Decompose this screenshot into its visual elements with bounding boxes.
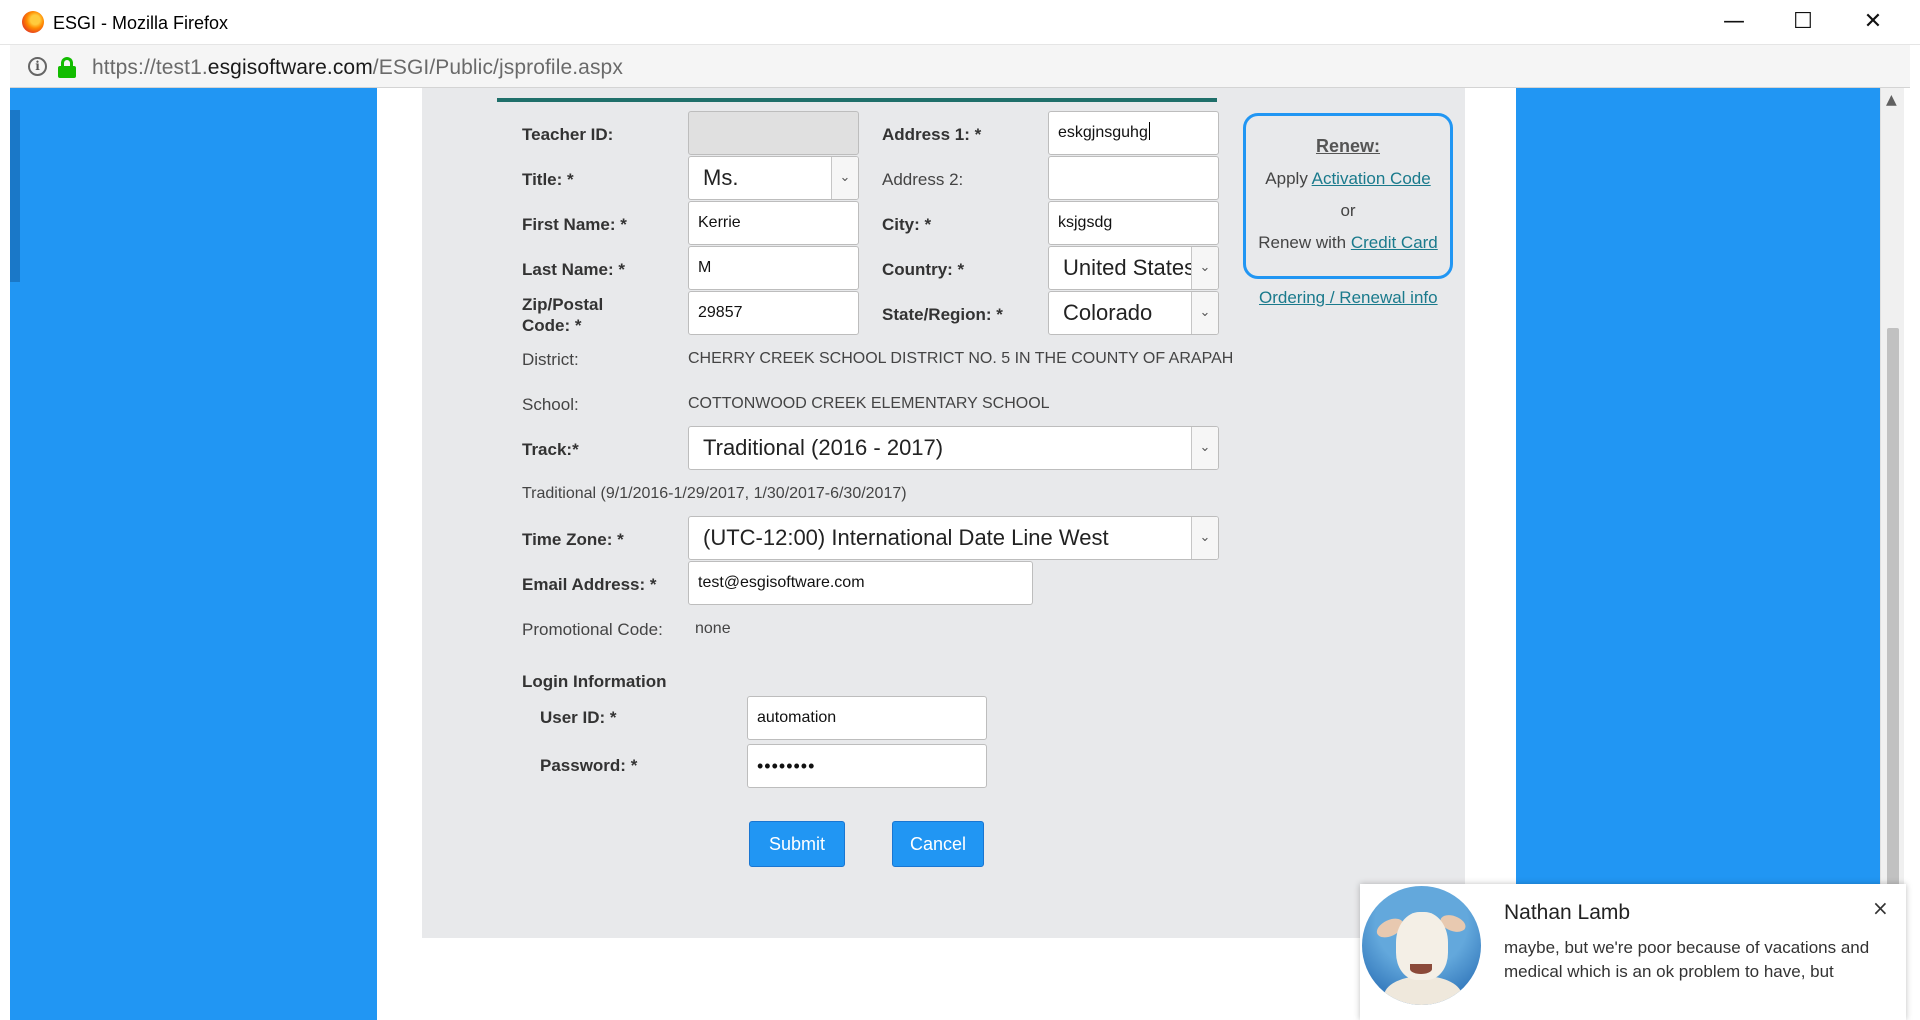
email-label: Email Address: * bbox=[522, 575, 657, 594]
district-label: District: bbox=[522, 350, 579, 369]
chevron-down-icon[interactable]: ⌄ bbox=[1191, 292, 1218, 334]
url-text[interactable]: https://test1.esgisoftware.com/ESGI/Publ… bbox=[92, 56, 623, 80]
timezone-label: Time Zone: * bbox=[522, 530, 624, 549]
zip-label-line1: Zip/Postal bbox=[522, 295, 604, 314]
chevron-down-icon[interactable]: ⌄ bbox=[1191, 247, 1218, 289]
renew-box: Renew: Apply Activation Code or Renew wi… bbox=[1243, 113, 1453, 279]
track-label: Track:* bbox=[522, 440, 579, 459]
timezone-select[interactable]: (UTC-12:00) International Date Line West… bbox=[688, 516, 1219, 560]
last-name-label: Last Name: * bbox=[522, 260, 625, 279]
password-label: Password: * bbox=[540, 756, 638, 775]
activation-code-link[interactable]: Activation Code bbox=[1312, 169, 1431, 188]
zip-label-line2: Code: * bbox=[522, 316, 582, 335]
chat-notification[interactable]: Nathan Lamb maybe, but we're poor becaus… bbox=[1360, 884, 1906, 1020]
state-label: State/Region: * bbox=[882, 305, 1003, 324]
address2-field[interactable] bbox=[1048, 156, 1219, 200]
renew-title: Renew: bbox=[1315, 136, 1380, 156]
teacher-id-label: Teacher ID: bbox=[522, 125, 614, 144]
address1-field[interactable]: eskgjnsguhg bbox=[1048, 111, 1219, 155]
user-id-field[interactable]: automation bbox=[747, 696, 987, 740]
background-right bbox=[1516, 88, 1880, 1020]
firefox-logo-icon bbox=[22, 11, 44, 33]
header-divider bbox=[497, 98, 1217, 102]
school-label: School: bbox=[522, 395, 579, 414]
maximize-button[interactable]: ☐ bbox=[1780, 6, 1826, 38]
profile-form-panel: Teacher ID: Title: * First Name: * Last … bbox=[422, 88, 1465, 938]
school-value: COTTONWOOD CREEK ELEMENTARY SCHOOL bbox=[688, 395, 1050, 412]
title-select[interactable]: Ms. ⌄ bbox=[688, 156, 859, 200]
notification-sender: Nathan Lamb bbox=[1504, 901, 1631, 924]
state-select[interactable]: Colorado ⌄ bbox=[1048, 291, 1219, 335]
address2-label: Address 2: bbox=[882, 170, 964, 189]
email-field[interactable]: test@esgisoftware.com bbox=[688, 561, 1033, 605]
country-select[interactable]: United States ⌄ bbox=[1048, 246, 1219, 290]
address1-label: Address 1: * bbox=[882, 125, 982, 144]
window-title: ESGI - Mozilla Firefox bbox=[53, 13, 229, 33]
district-value: CHERRY CREEK SCHOOL DISTRICT NO. 5 IN TH… bbox=[688, 350, 1234, 367]
renew-apply-line: Apply Activation Code bbox=[1265, 169, 1431, 188]
credit-card-link[interactable]: Credit Card bbox=[1351, 233, 1438, 252]
title-label: Title: * bbox=[522, 170, 574, 189]
page-viewport: ▲ Teacher ID: Title: * First Name: * Las… bbox=[10, 88, 1904, 1020]
lock-icon[interactable] bbox=[57, 57, 77, 79]
minimize-button[interactable]: — bbox=[1711, 6, 1757, 38]
info-icon[interactable]: i bbox=[28, 57, 47, 76]
cancel-button[interactable]: Cancel bbox=[892, 821, 984, 867]
promo-label: Promotional Code: bbox=[522, 620, 663, 639]
promo-value: none bbox=[695, 620, 731, 637]
avatar bbox=[1362, 886, 1481, 1005]
window-titlebar: ESGI - Mozilla Firefox — ☐ ✕ bbox=[0, 0, 1920, 45]
zip-field[interactable]: 29857 bbox=[688, 291, 859, 335]
renew-credit-line: Renew with Credit Card bbox=[1258, 233, 1438, 252]
renew-or-text: or bbox=[1340, 201, 1356, 220]
ordering-renewal-link[interactable]: Ordering / Renewal info bbox=[1259, 288, 1438, 308]
last-name-field[interactable]: M bbox=[688, 246, 859, 290]
password-field[interactable]: •••••••• bbox=[747, 744, 987, 788]
chevron-down-icon[interactable]: ⌄ bbox=[1191, 427, 1218, 469]
login-info-heading: Login Information bbox=[522, 672, 667, 691]
track-select[interactable]: Traditional (2016 - 2017) ⌄ bbox=[688, 426, 1219, 470]
teacher-id-field[interactable] bbox=[688, 111, 859, 155]
city-label: City: * bbox=[882, 215, 932, 234]
notification-message: maybe, but we're poor because of vacatio… bbox=[1504, 938, 1870, 981]
city-field[interactable]: ksjgsdg bbox=[1048, 201, 1219, 245]
background-left bbox=[10, 88, 377, 1020]
first-name-label: First Name: * bbox=[522, 215, 627, 234]
close-icon[interactable]: × bbox=[1872, 896, 1889, 920]
page-scrollbar[interactable]: ▲ bbox=[1880, 88, 1904, 1020]
country-label: Country: * bbox=[882, 260, 965, 279]
chevron-down-icon[interactable]: ⌄ bbox=[831, 157, 858, 199]
user-id-label: User ID: * bbox=[540, 708, 617, 727]
background-left-stub bbox=[10, 110, 20, 282]
address-bar[interactable]: i https://test1.esgisoftware.com/ESGI/Pu… bbox=[10, 45, 1910, 88]
first-name-field[interactable]: Kerrie bbox=[688, 201, 859, 245]
close-window-button[interactable]: ✕ bbox=[1850, 6, 1896, 38]
track-description: Traditional (9/1/2016-1/29/2017, 1/30/20… bbox=[522, 485, 907, 502]
chevron-down-icon[interactable]: ⌄ bbox=[1191, 517, 1218, 559]
submit-button[interactable]: Submit bbox=[749, 821, 845, 867]
scroll-up-icon[interactable]: ▲ bbox=[1886, 92, 1897, 108]
